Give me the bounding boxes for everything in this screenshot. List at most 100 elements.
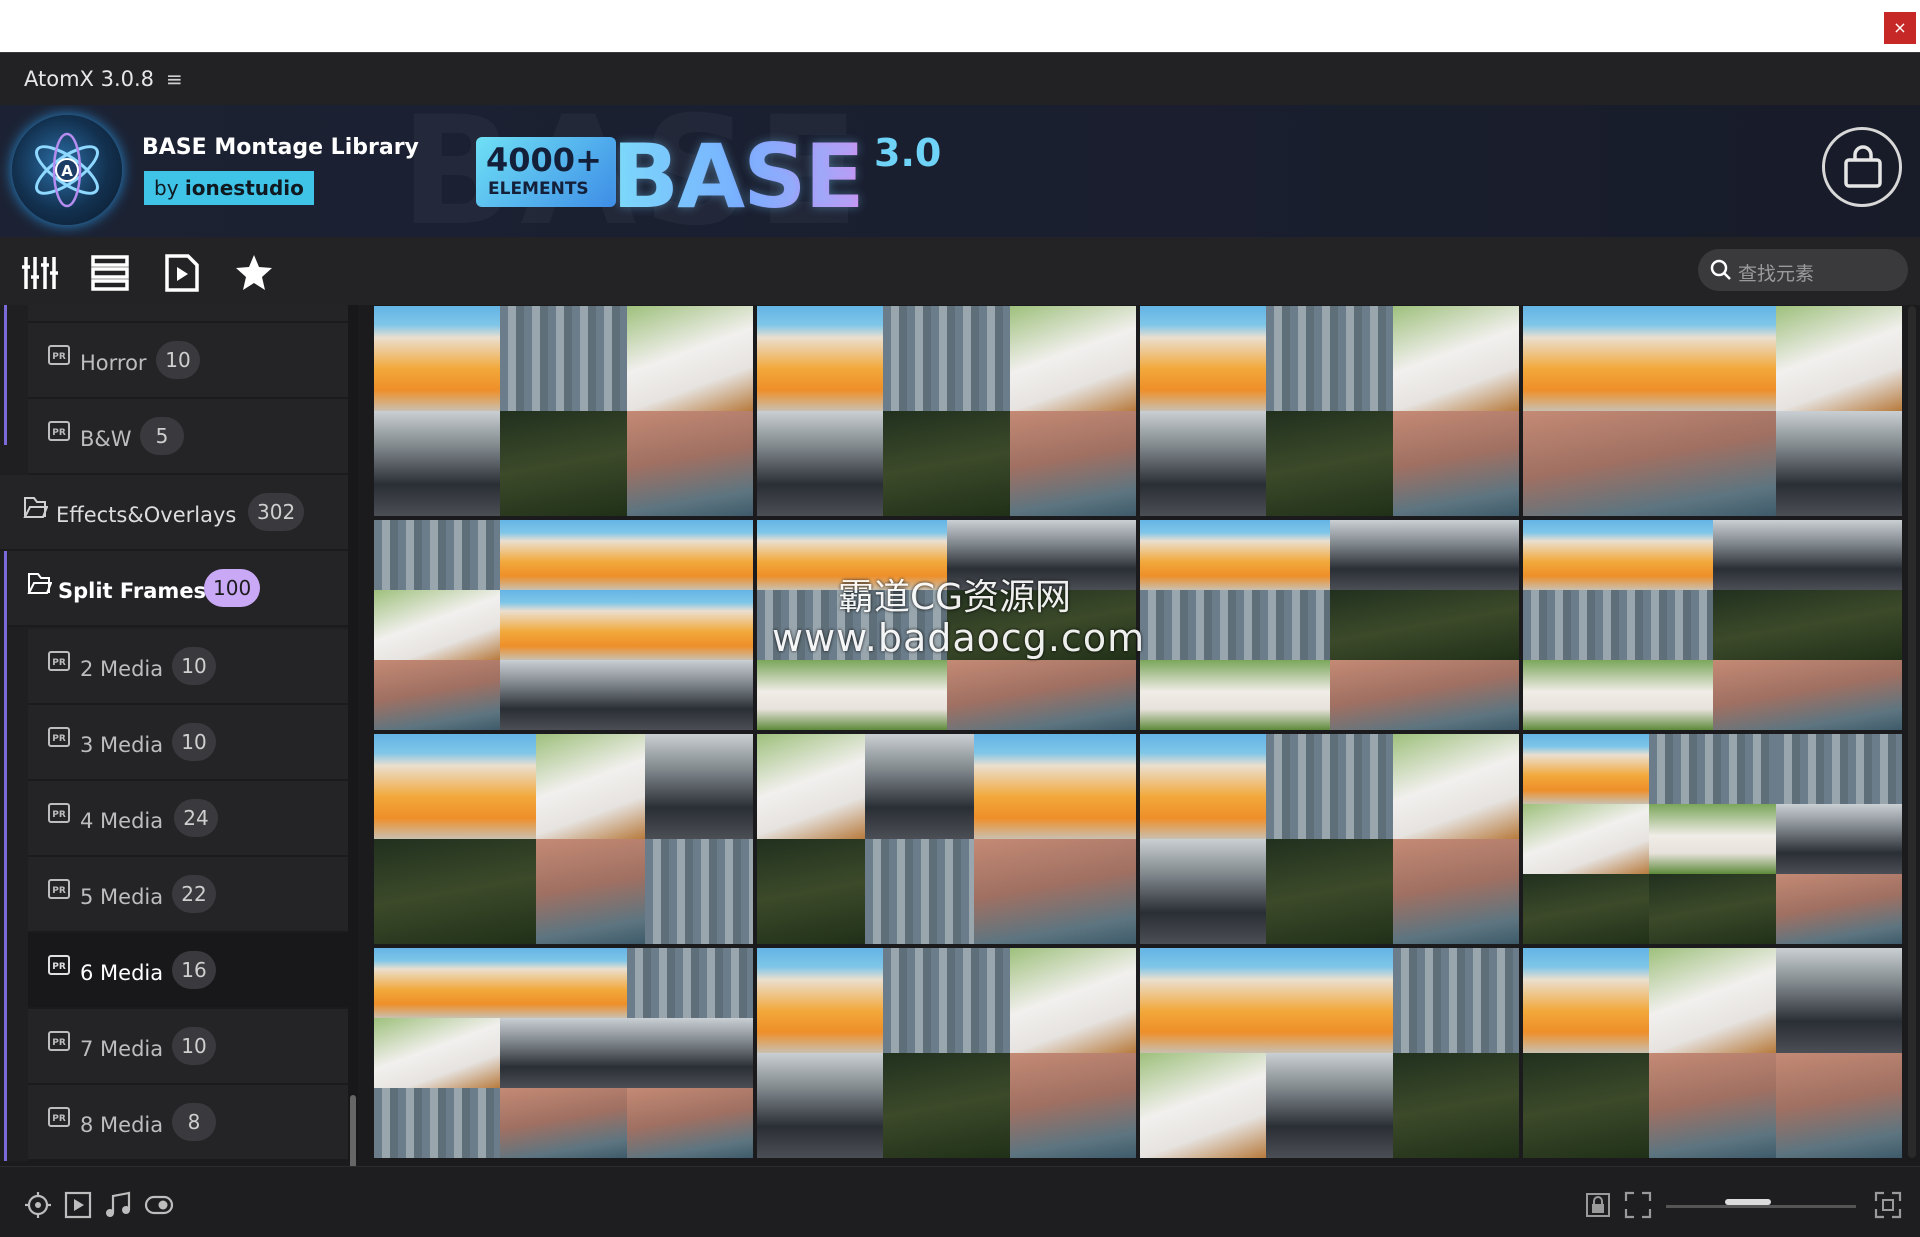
template-thumbnail[interactable] — [1140, 948, 1519, 1158]
sidebar-item-effects-overlays[interactable]: Effects&Overlays 302 — [0, 475, 348, 551]
sidebar-item-label: 6 Media — [80, 961, 164, 985]
sidebar-item-5-media[interactable]: PR 5 Media 22 — [28, 857, 348, 933]
list-icon[interactable] — [90, 253, 130, 293]
lock-icon[interactable] — [1584, 1191, 1612, 1219]
hamburger-menu-icon[interactable]: ≡ — [166, 67, 183, 91]
project-file-icon: PR — [48, 651, 70, 671]
expand-icon[interactable] — [1874, 1191, 1902, 1219]
sidebar-item-label: Split Frames — [58, 579, 207, 603]
sliders-icon[interactable] — [20, 253, 60, 293]
zoom-slider-track[interactable] — [1666, 1205, 1856, 1208]
template-thumbnail[interactable] — [1140, 306, 1519, 516]
sidebar-item-label: 4 Media — [80, 809, 164, 833]
svg-text:PR: PR — [52, 810, 66, 820]
sidebar-item-label: Horror — [80, 351, 147, 375]
template-thumbnail[interactable] — [1523, 306, 1902, 516]
svg-text:PR: PR — [52, 962, 66, 972]
os-title-bar: × — [0, 0, 1920, 52]
search-box[interactable]: 查找元素 — [1698, 249, 1908, 291]
template-thumbnail[interactable] — [1523, 948, 1902, 1158]
template-thumbnail[interactable] — [374, 520, 753, 730]
project-file-icon: PR — [48, 345, 70, 365]
author-name: ionestudio — [184, 176, 304, 200]
toggle-icon[interactable] — [144, 1191, 174, 1219]
sidebar-item-label: 3 Media — [80, 733, 164, 757]
sidebar-item-count: 10 — [156, 341, 200, 379]
sidebar-item-count: 5 — [140, 417, 184, 455]
sidebar-item-partial[interactable] — [28, 305, 348, 323]
template-thumbnail[interactable] — [757, 306, 1136, 516]
atomx-logo[interactable]: A — [12, 115, 122, 225]
sidebar-item-label: 2 Media — [80, 657, 164, 681]
template-thumbnail[interactable] — [1523, 520, 1902, 730]
media-play-icon[interactable] — [162, 253, 202, 293]
music-icon[interactable] — [104, 1191, 132, 1219]
sidebar-item-bw[interactable]: PR B&W 5 — [28, 399, 348, 475]
thumbnail-grid — [374, 306, 1902, 1158]
sidebar-item-label: 8 Media — [80, 1113, 164, 1137]
fullscreen-icon[interactable] — [1624, 1191, 1652, 1219]
project-file-icon: PR — [48, 803, 70, 823]
sidebar-group-accent — [4, 305, 7, 445]
sidebar-item-8-media[interactable]: PR 8 Media 8 — [28, 1085, 348, 1161]
author-prefix: by — [154, 176, 179, 200]
svg-text:PR: PR — [52, 1038, 66, 1048]
atom-icon: A — [35, 132, 99, 208]
svg-text:PR: PR — [52, 1114, 66, 1124]
plugin-icon[interactable] — [24, 1191, 52, 1219]
template-thumbnail[interactable] — [374, 306, 753, 516]
grid-scrollbar[interactable] — [1908, 306, 1916, 1158]
sidebar-item-count: 16 — [172, 951, 216, 989]
sidebar-item-split-frames[interactable]: Split Frames 100 — [8, 551, 348, 627]
svg-text:PR: PR — [52, 428, 66, 438]
template-thumbnail[interactable] — [1523, 734, 1902, 944]
svg-text:PR: PR — [52, 886, 66, 896]
template-thumbnail[interactable] — [1140, 734, 1519, 944]
app-title: AtomX 3.0.8 — [24, 67, 155, 91]
folder-icon — [23, 497, 48, 518]
category-sidebar: PR Horror 10 PR B&W 5 Effects&Overlays 3… — [0, 305, 348, 1161]
sidebar-item-label: Effects&Overlays — [56, 503, 237, 527]
star-icon[interactable] — [234, 253, 274, 293]
sidebar-item-3-media[interactable]: PR 3 Media 10 — [28, 705, 348, 781]
sidebar-item-count: 8 — [172, 1103, 216, 1141]
library-author-badge[interactable]: by ionestudio — [144, 171, 314, 205]
status-bar — [0, 1166, 1920, 1237]
svg-text:A: A — [61, 162, 73, 180]
shop-button[interactable] — [1822, 127, 1902, 207]
search-icon — [1710, 259, 1731, 280]
project-file-icon: PR — [48, 1107, 70, 1127]
template-thumbnail[interactable] — [374, 734, 753, 944]
sidebar-item-label: B&W — [80, 427, 132, 451]
svg-text:PR: PR — [52, 734, 66, 744]
sidebar-item-4-media[interactable]: PR 4 Media 24 — [28, 781, 348, 857]
zoom-slider-thumb[interactable] — [1725, 1199, 1771, 1205]
banner-version: 3.0 — [874, 131, 942, 175]
sidebar-item-label: 5 Media — [80, 885, 164, 909]
sidebar-item-count: 302 — [248, 493, 305, 531]
folder-open-icon — [27, 573, 52, 594]
close-button[interactable]: × — [1884, 12, 1916, 44]
template-thumbnail[interactable] — [374, 948, 753, 1158]
banner-base-word: BASE — [612, 125, 865, 228]
sidebar-group-accent — [4, 519, 7, 1161]
template-thumbnail[interactable] — [757, 734, 1136, 944]
project-file-icon: PR — [48, 727, 70, 747]
elements-count-badge: 4000+ ELEMENTS — [476, 137, 616, 207]
project-file-icon: PR — [48, 1031, 70, 1051]
elements-label: ELEMENTS — [488, 179, 589, 199]
app-title-bar: AtomX 3.0.8 ≡ — [0, 53, 1920, 105]
library-banner: BASE A BASE Montage Library by ionestudi… — [0, 105, 1920, 237]
watermark-text: 霸道CG资源网 — [838, 577, 1072, 618]
sidebar-item-2-media[interactable]: PR 2 Media 10 — [28, 629, 348, 705]
search-input[interactable]: 查找元素 — [1738, 259, 1814, 286]
sidebar-item-horror[interactable]: PR Horror 10 — [28, 323, 348, 399]
sidebar-item-count: 24 — [174, 799, 218, 837]
shopping-bag-icon — [1844, 145, 1882, 188]
sidebar-item-7-media[interactable]: PR 7 Media 10 — [28, 1009, 348, 1085]
sidebar-scrollbar[interactable] — [348, 305, 358, 1185]
video-icon[interactable] — [64, 1191, 92, 1219]
template-thumbnail[interactable] — [1140, 520, 1519, 730]
sidebar-item-6-media[interactable]: PR 6 Media 16 — [28, 933, 348, 1009]
template-thumbnail[interactable] — [757, 948, 1136, 1158]
